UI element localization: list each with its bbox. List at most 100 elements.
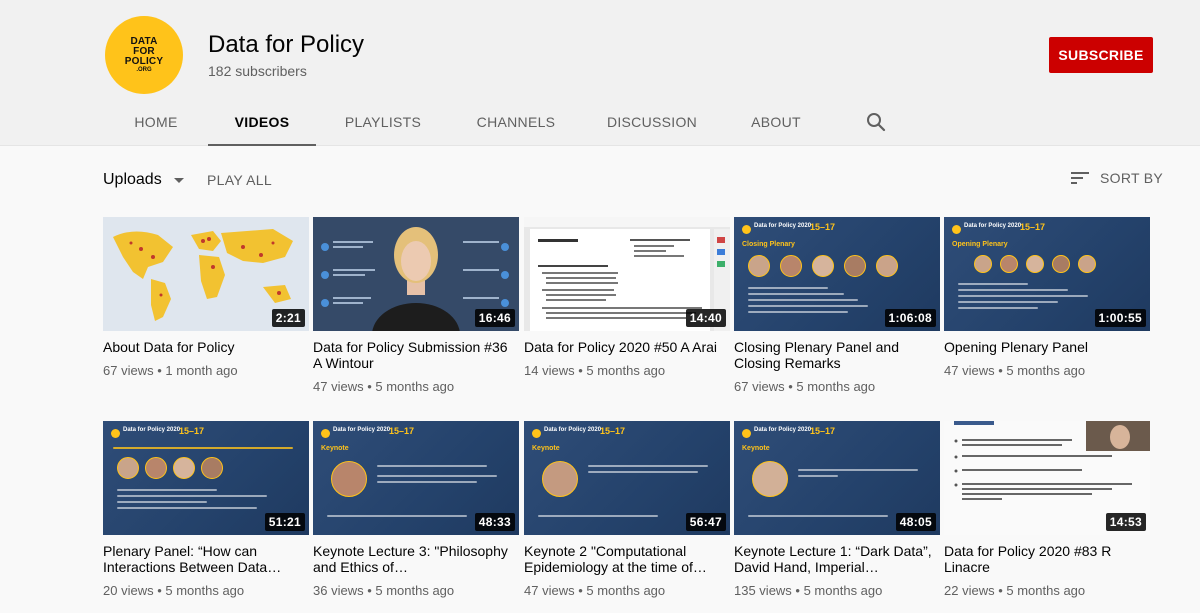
video-meta: 36 views • 5 months ago [313,583,455,598]
sort-by-label: SORT BY [1100,170,1164,186]
video-title[interactable]: Opening Plenary Panel [944,339,1150,355]
sort-by-button[interactable]: SORT BY [1070,170,1163,186]
panelist-photo [844,255,866,277]
slide-event: Data for Policy 2020 [964,223,1022,229]
slide-text-line [327,515,467,517]
tab-playlists[interactable]: PLAYLISTS [316,98,450,146]
logo-text-1: DATA [130,35,158,47]
video-thumbnail[interactable]: Data for Policy 2020 15–17 Keynote 48:05 [734,421,940,535]
video-duration: 48:33 [474,513,515,531]
video-title[interactable]: Keynote Lecture 3: "Philosophy and Ethic… [313,543,519,575]
video-thumbnail[interactable]: Data for Policy 2020 15–17 Opening Plena… [944,217,1150,331]
slide-event: Data for Policy 2020 [333,427,391,433]
panelist-photo [1000,255,1018,273]
video-duration: 16:46 [474,309,515,327]
slide-dates: 15–17 [600,426,626,436]
video-card[interactable]: 2:21 About Data for Policy 67 views • 1 … [103,217,309,378]
panelist-photo [117,457,139,479]
view-count: 22 views [944,583,995,598]
upload-age: 5 months ago [803,583,883,598]
view-count: 47 views [524,583,575,598]
search-icon[interactable] [864,110,888,134]
channel-avatar[interactable]: DATA FOR POLICY .ORG [105,16,183,94]
speaker-photo [752,461,788,497]
speaker-photo [331,461,367,497]
video-thumbnail[interactable]: Data for Policy 2020 15–17 51:21 [103,421,309,535]
upload-age: 5 months ago [375,379,455,394]
slide-tag: Keynote [742,445,770,452]
uploads-dropdown[interactable]: Uploads [103,171,184,189]
view-count: 36 views [313,583,364,598]
video-meta: 14 views • 5 months ago [524,363,666,378]
slide-text-line [798,475,838,477]
video-thumbnail[interactable]: Data for Policy 2020 15–17 Keynote 48:33 [313,421,519,535]
panelist-photo [812,255,834,277]
slide-event: Data for Policy 2020 [544,427,602,433]
video-thumbnail[interactable]: Data for Policy 2020 15–17 Keynote 56:47 [524,421,730,535]
slide-text-line [117,489,217,491]
video-card[interactable]: Data for Policy 2020 15–17 Keynote 48:33… [313,421,519,598]
slide-tag: Keynote [532,445,560,452]
video-card[interactable]: Data for Policy 2020 15–17 Closing Plena… [734,217,940,394]
view-count: 47 views [313,379,364,394]
video-meta: 135 views • 5 months ago [734,583,883,598]
video-card[interactable]: Data for Policy 2020 15–17 51:21 Plenary… [103,421,309,598]
video-title[interactable]: Closing Plenary Panel and Closing Remark… [734,339,940,371]
video-card[interactable]: 14:40 Data for Policy 2020 #50 A Arai 14… [524,217,730,378]
upload-age: 5 months ago [375,583,455,598]
video-title[interactable]: Data for Policy 2020 #50 A Arai [524,339,730,355]
subscribe-button[interactable]: SUBSCRIBE [1049,37,1153,73]
logo-text-3: POLICY [124,55,164,67]
channel-name: Data for Policy [208,31,365,58]
video-title[interactable]: Keynote Lecture 1: “Dark Data”, David Ha… [734,543,940,575]
upload-age: 5 months ago [796,379,876,394]
slide-tag: Opening Plenary [952,241,1008,248]
slide-text-line [748,305,868,307]
video-thumbnail[interactable]: 14:40 [524,217,730,331]
video-card[interactable]: Data for Policy 2020 15–17 Keynote 56:47… [524,421,730,598]
panelist-photo [748,255,770,277]
video-title[interactable]: Data for Policy 2020 #83 R Linacre [944,543,1150,575]
slide-event: Data for Policy 2020 [754,427,812,433]
panelist-photo [173,457,195,479]
tab-home[interactable]: HOME [104,98,208,146]
video-card[interactable]: Data for Policy 2020 15–17 Keynote 48:05… [734,421,940,598]
video-duration: 1:06:08 [884,309,936,327]
tab-about[interactable]: ABOUT [722,98,830,146]
slide-event: Data for Policy 2020 [123,427,181,433]
video-thumbnail[interactable]: 2:21 [103,217,309,331]
video-title[interactable]: Keynote 2 "Computational Epidemiology at… [524,543,730,575]
tab-discussion[interactable]: DISCUSSION [582,98,722,146]
event-logo-icon [742,225,751,234]
slide-text-line [748,293,844,295]
video-card[interactable]: 16:46 Data for Policy Submission #36 A W… [313,217,519,394]
video-duration: 2:21 [271,309,305,327]
play-all-button[interactable]: PLAY ALL [207,172,272,188]
upload-age: 5 months ago [1006,583,1086,598]
video-card[interactable]: 14:53 Data for Policy 2020 #83 R Linacre… [944,421,1150,598]
slide-text-line [958,295,1088,297]
video-meta: 67 views • 1 month ago [103,363,238,378]
logo-text-2: FOR [133,45,155,57]
video-thumbnail[interactable]: 16:46 [313,217,519,331]
view-count: 47 views [944,363,995,378]
video-title[interactable]: Plenary Panel: “How can Interactions Bet… [103,543,309,575]
tab-videos[interactable]: VIDEOS [208,98,316,146]
video-title[interactable]: About Data for Policy [103,339,309,355]
video-title[interactable]: Data for Policy Submission #36 A Wintour [313,339,519,371]
slide-dates: 15–17 [389,426,415,436]
video-card[interactable]: Data for Policy 2020 15–17 Opening Plena… [944,217,1150,378]
video-thumbnail[interactable]: Data for Policy 2020 15–17 Closing Plena… [734,217,940,331]
panelist-photo [1026,255,1044,273]
slide-text-line [958,301,1058,303]
panelist-photo [145,457,167,479]
video-meta: 47 views • 5 months ago [944,363,1086,378]
tab-channels[interactable]: CHANNELS [450,98,582,146]
slide-text-line [798,469,918,471]
upload-age: 5 months ago [1006,363,1086,378]
logo-suffix: .ORG [136,66,152,73]
slide-dates: 15–17 [810,426,836,436]
video-thumbnail[interactable]: 14:53 [944,421,1150,535]
view-count: 67 views [103,363,154,378]
upload-age: 5 months ago [586,583,666,598]
